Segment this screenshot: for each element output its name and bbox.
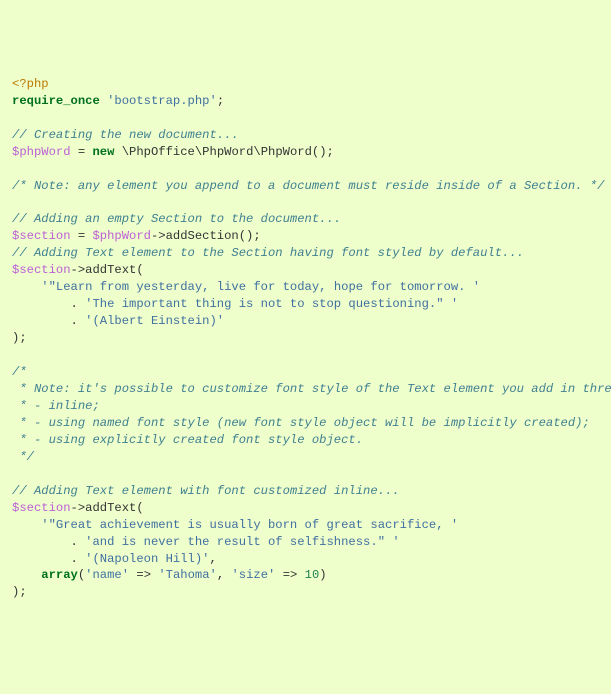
- paren-open: (: [78, 568, 85, 582]
- comment-block-named: * - using named font style (new font sty…: [12, 416, 590, 430]
- op-concat: .: [12, 535, 85, 549]
- close-paren: );: [12, 331, 27, 345]
- comma: ,: [209, 552, 216, 566]
- code-block: <?php require_once 'bootstrap.php'; // C…: [12, 76, 599, 602]
- call-addtext: ->addText(: [71, 501, 144, 515]
- op-eq: =: [71, 229, 93, 243]
- var-section: $section: [12, 263, 71, 277]
- class-phpword: \PhpOffice\PhpWord\PhpWord();: [114, 145, 333, 159]
- kw-require-once: require_once: [12, 94, 100, 108]
- var-phpword: $phpWord: [12, 145, 71, 159]
- op-arrow: =>: [129, 568, 158, 582]
- var-phpword: $phpWord: [92, 229, 151, 243]
- num-ten: 10: [305, 568, 320, 582]
- comment-creating: // Creating the new document...: [12, 128, 239, 142]
- op-eq: =: [71, 145, 93, 159]
- str-learn: '"Learn from yesterday, live for today, …: [41, 280, 480, 294]
- str-einstein: '(Albert Einstein)': [85, 314, 224, 328]
- comment-block-inline: * - inline;: [12, 399, 100, 413]
- str-selfishness: 'and is never the result of selfishness.…: [85, 535, 400, 549]
- comment-block-close: */: [12, 450, 34, 464]
- comment-note-section: /* Note: any element you append to a doc…: [12, 179, 604, 193]
- op-concat: .: [12, 314, 85, 328]
- str-key-size: 'size': [231, 568, 275, 582]
- semi: ;: [217, 94, 224, 108]
- var-section: $section: [12, 501, 71, 515]
- op-concat: .: [12, 297, 85, 311]
- comment-block-explicit: * - using explicitly created font style …: [12, 433, 363, 447]
- comma: ,: [217, 568, 232, 582]
- call-addsection: ->addSection();: [151, 229, 261, 243]
- comment-block-open: /*: [12, 365, 27, 379]
- str-key-name: 'name': [85, 568, 129, 582]
- op-concat: .: [12, 552, 85, 566]
- comment-empty-section: // Adding an empty Section to the docume…: [12, 212, 341, 226]
- close-paren: );: [12, 585, 27, 599]
- php-open-tag: <?php: [12, 77, 49, 91]
- kw-array: array: [41, 568, 78, 582]
- str-bootstrap: 'bootstrap.php': [107, 94, 217, 108]
- str-achievement: '"Great achievement is usually born of g…: [41, 518, 458, 532]
- comment-text-default: // Adding Text element to the Section ha…: [12, 246, 524, 260]
- op-arrow: =>: [275, 568, 304, 582]
- str-important: 'The important thing is not to stop ques…: [85, 297, 458, 311]
- var-section: $section: [12, 229, 71, 243]
- str-napoleon: '(Napoleon Hill)': [85, 552, 209, 566]
- str-tahoma: 'Tahoma': [158, 568, 217, 582]
- comment-block-note: * Note: it's possible to customize font …: [12, 382, 611, 396]
- kw-new: new: [92, 145, 114, 159]
- comment-inline-font: // Adding Text element with font customi…: [12, 484, 400, 498]
- paren-close: ): [319, 568, 326, 582]
- call-addtext: ->addText(: [71, 263, 144, 277]
